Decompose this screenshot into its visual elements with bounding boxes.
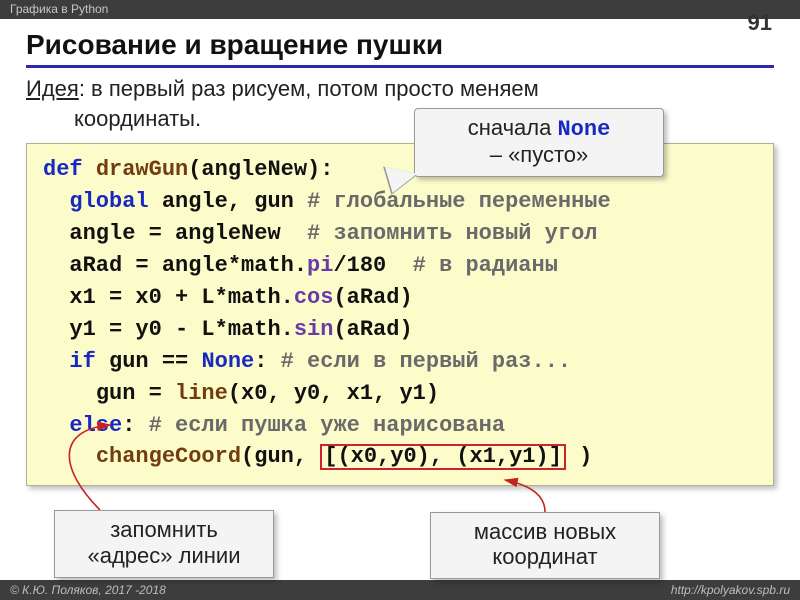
callout-array: массив новых координат	[430, 512, 660, 579]
idea-label: Идея	[26, 76, 79, 101]
footer-right: http://kpolyakov.spb.ru	[671, 583, 790, 597]
footer-left: © К.Ю. Поляков, 2017 -2018	[10, 583, 166, 597]
callout-address: запомнить «адрес» линии	[54, 510, 274, 578]
callout-none: сначала None – «пусто»	[414, 108, 664, 177]
slide-title: Рисование и вращение пушки	[26, 27, 774, 68]
highlighted-array: [(x0,y0), (x1,y1)]	[320, 444, 566, 470]
header-left: Графика в Python	[10, 2, 108, 16]
